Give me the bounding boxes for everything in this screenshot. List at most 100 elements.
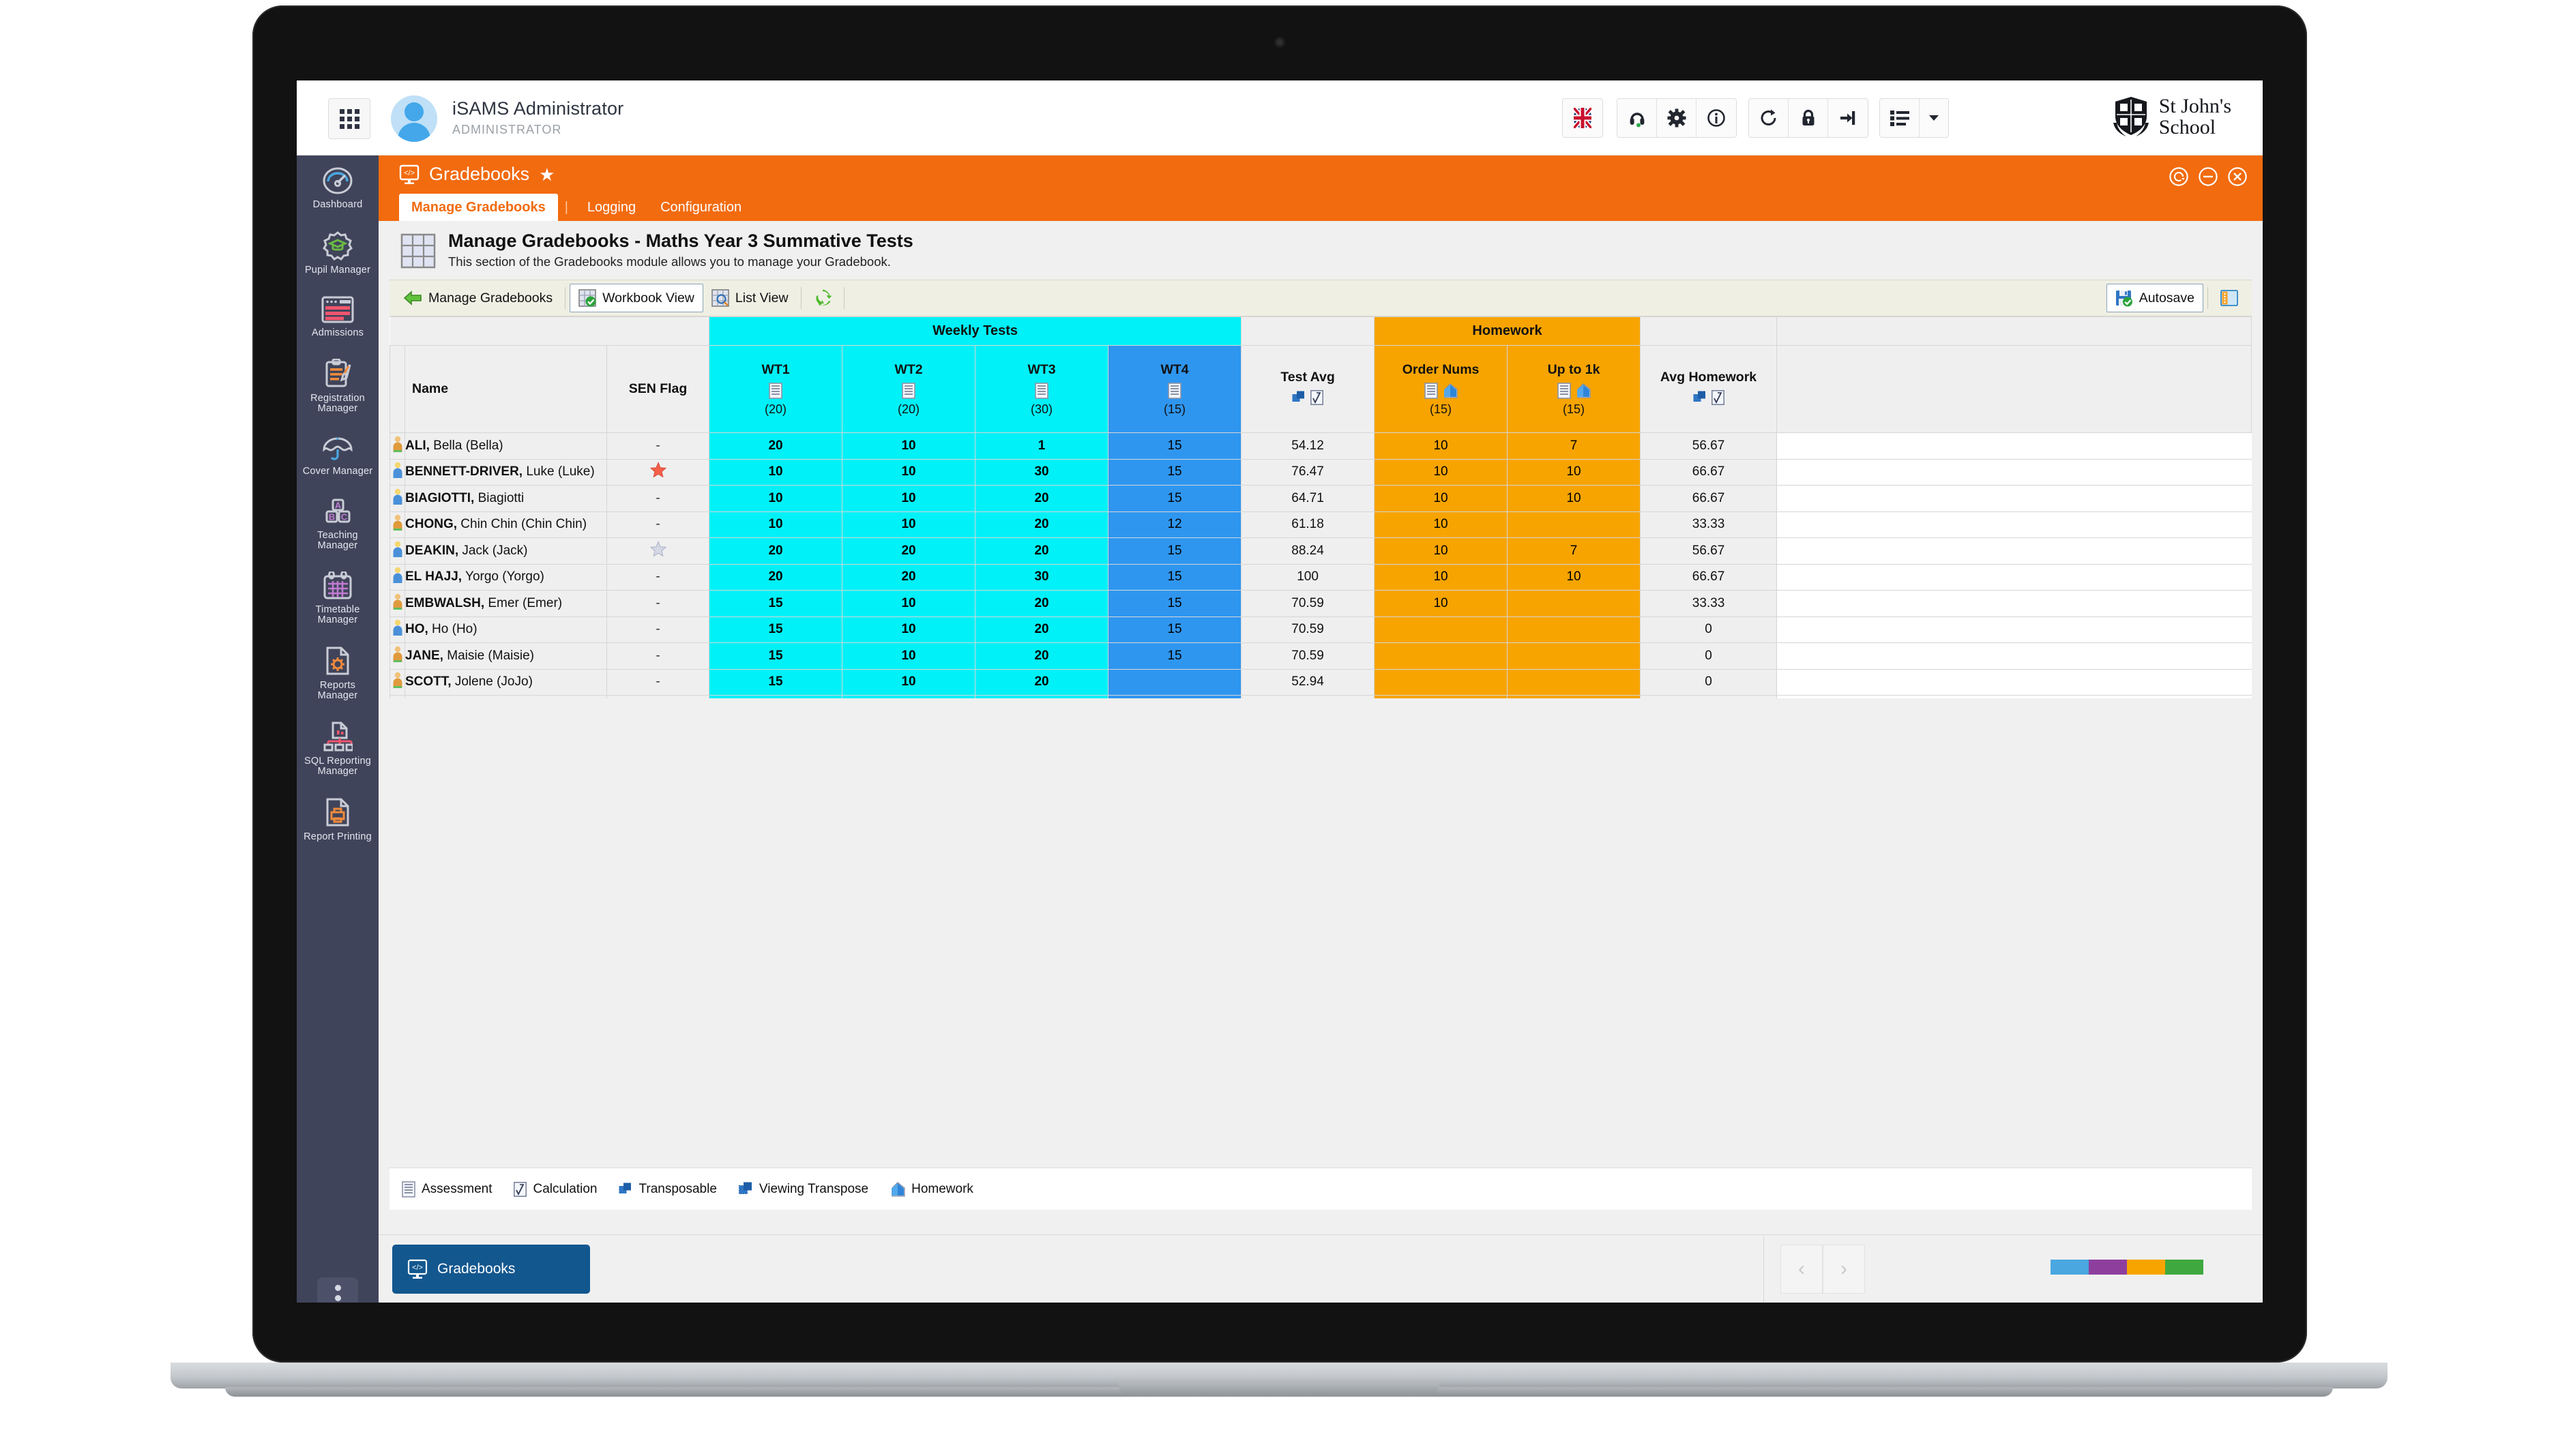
cell-wt4[interactable]: 15 bbox=[1108, 616, 1242, 643]
star-icon[interactable]: ★ bbox=[539, 166, 555, 183]
sidebar-item-admissions[interactable]: Admissions bbox=[297, 285, 379, 348]
table-row[interactable]: WILSON, Sophie (Sophie)-00 bbox=[390, 696, 2252, 699]
cell-pupil-name[interactable]: HO, Ho (Ho) bbox=[405, 616, 607, 643]
table-row[interactable]: HO, Ho (Ho)-1510201570.590 bbox=[390, 616, 2252, 643]
cell-up-to-1k[interactable] bbox=[1508, 616, 1641, 643]
cell-up-to-1k[interactable]: 7 bbox=[1508, 538, 1641, 565]
cell-order-nums[interactable] bbox=[1375, 669, 1508, 696]
cell-wt1[interactable]: 15 bbox=[709, 591, 842, 617]
cell-up-to-1k[interactable] bbox=[1508, 669, 1641, 696]
refresh-icon[interactable] bbox=[1749, 99, 1789, 137]
sidebar-item-teaching-manager[interactable]: ABC Teaching Manager bbox=[297, 486, 379, 561]
cell-wt2[interactable]: 10 bbox=[842, 511, 975, 538]
col-header-wt4[interactable]: WT4 (15) bbox=[1108, 346, 1242, 433]
table-row[interactable]: BIAGIOTTI, Biagiotti-1010201564.71101066… bbox=[390, 486, 2252, 512]
cell-wt2[interactable]: 10 bbox=[842, 669, 975, 696]
col-header-test-avg[interactable]: Test Avg bbox=[1242, 346, 1375, 433]
cell-wt4[interactable] bbox=[1108, 696, 1242, 699]
cell-pupil-name[interactable]: BENNETT-DRIVER, Luke (Luke) bbox=[405, 459, 607, 486]
cell-wt1[interactable]: 10 bbox=[709, 486, 842, 512]
cell-pupil-name[interactable]: DEAKIN, Jack (Jack) bbox=[405, 538, 607, 565]
cell-order-nums[interactable]: 10 bbox=[1375, 486, 1508, 512]
gear-icon[interactable] bbox=[1657, 99, 1696, 137]
sidebar-item-report-printing[interactable]: Report Printing bbox=[297, 786, 379, 852]
cell-wt2[interactable]: 10 bbox=[842, 643, 975, 670]
cell-order-nums[interactable]: 10 bbox=[1375, 511, 1508, 538]
cell-wt2[interactable]: 10 bbox=[842, 486, 975, 512]
cell-wt3[interactable]: 20 bbox=[975, 643, 1108, 670]
table-row[interactable]: SCOTT, Jolene (JoJo)-15102052.940 bbox=[390, 669, 2252, 696]
sidebar-item-sql-reporting-manager[interactable]: SQL Reporting Manager bbox=[297, 711, 379, 786]
cell-wt2[interactable]: 20 bbox=[842, 564, 975, 591]
support-headset-icon[interactable] bbox=[1617, 99, 1657, 137]
list-view-button[interactable]: List View bbox=[703, 284, 797, 312]
col-header-order-nums[interactable]: Order Nums (15) bbox=[1375, 346, 1508, 433]
cell-wt3[interactable]: 20 bbox=[975, 591, 1108, 617]
cell-pupil-name[interactable]: EMBWALSH, Emer (Emer) bbox=[405, 591, 607, 617]
cell-sen-flag[interactable]: - bbox=[607, 669, 709, 696]
cell-wt4[interactable]: 15 bbox=[1108, 643, 1242, 670]
cell-wt3[interactable]: 20 bbox=[975, 538, 1108, 565]
back-to-manage-gradebooks-button[interactable]: Manage Gradebooks bbox=[395, 284, 561, 312]
table-row[interactable]: CHONG, Chin Chin (Chin Chin)-1010201261.… bbox=[390, 511, 2252, 538]
autosave-button[interactable]: Autosave bbox=[2106, 284, 2203, 312]
info-icon[interactable] bbox=[1696, 99, 1736, 137]
cell-wt4[interactable]: 15 bbox=[1108, 459, 1242, 486]
cell-up-to-1k[interactable]: 10 bbox=[1508, 564, 1641, 591]
cell-wt4[interactable]: 15 bbox=[1108, 564, 1242, 591]
table-row[interactable]: BENNETT-DRIVER, Luke (Luke)1010301576.47… bbox=[390, 459, 2252, 486]
col-header-wt1[interactable]: WT1 (20) bbox=[709, 346, 842, 433]
lock-icon[interactable] bbox=[1789, 99, 1828, 137]
cell-sen-flag[interactable]: - bbox=[607, 564, 709, 591]
more-vertical-icon[interactable] bbox=[317, 1277, 358, 1303]
sidebar-item-cover-manager[interactable]: Cover Manager bbox=[297, 424, 379, 486]
cell-wt1[interactable]: 10 bbox=[709, 511, 842, 538]
sidebar-item-pupil-manager[interactable]: Pupil Manager bbox=[297, 220, 379, 285]
cell-wt2[interactable]: 10 bbox=[842, 433, 975, 460]
cell-sen-flag[interactable]: - bbox=[607, 486, 709, 512]
tab-configuration[interactable]: Configuration bbox=[648, 194, 754, 221]
table-row[interactable]: JANE, Maisie (Maisie)-1510201570.590 bbox=[390, 643, 2252, 670]
logout-icon[interactable] bbox=[1828, 99, 1868, 137]
cell-wt1[interactable]: 10 bbox=[709, 459, 842, 486]
cell-pupil-name[interactable]: SCOTT, Jolene (JoJo) bbox=[405, 669, 607, 696]
language-button-group[interactable] bbox=[1562, 98, 1603, 138]
sidebar-item-timetable-manager[interactable]: Timetable Manager bbox=[297, 561, 379, 635]
cell-wt4[interactable]: 15 bbox=[1108, 486, 1242, 512]
cell-sen-flag[interactable] bbox=[607, 538, 709, 565]
cell-up-to-1k[interactable] bbox=[1508, 696, 1641, 699]
cell-wt3[interactable]: 1 bbox=[975, 433, 1108, 460]
refresh-grid-button[interactable] bbox=[806, 284, 840, 312]
module-window-buttons[interactable] bbox=[2169, 166, 2248, 187]
chevron-right-icon[interactable]: › bbox=[1823, 1245, 1865, 1294]
cell-wt3[interactable]: 30 bbox=[975, 459, 1108, 486]
cell-order-nums[interactable]: 10 bbox=[1375, 591, 1508, 617]
cell-wt1[interactable]: 15 bbox=[709, 616, 842, 643]
cell-wt4[interactable]: 15 bbox=[1108, 591, 1242, 617]
cell-order-nums[interactable]: 10 bbox=[1375, 459, 1508, 486]
tab-manage-gradebooks[interactable]: Manage Gradebooks bbox=[399, 194, 558, 221]
cell-wt4[interactable]: 12 bbox=[1108, 511, 1242, 538]
utility-button-group-1[interactable] bbox=[1617, 98, 1737, 138]
cell-wt2[interactable]: 20 bbox=[842, 538, 975, 565]
col-header-wt2[interactable]: WT2 (20) bbox=[842, 346, 975, 433]
avatar[interactable] bbox=[391, 95, 437, 142]
cell-wt4[interactable] bbox=[1108, 669, 1242, 696]
col-header-name[interactable]: Name bbox=[405, 346, 607, 433]
cell-order-nums[interactable]: 10 bbox=[1375, 538, 1508, 565]
cell-wt1[interactable]: 20 bbox=[709, 538, 842, 565]
cell-wt3[interactable]: 20 bbox=[975, 669, 1108, 696]
table-row[interactable]: EL HAJJ, Yorgo (Yorgo)-20203015100101066… bbox=[390, 564, 2252, 591]
cell-wt4[interactable]: 15 bbox=[1108, 433, 1242, 460]
tab-logging[interactable]: Logging bbox=[575, 194, 648, 221]
gradebook-grid[interactable]: Weekly Tests Homework Name bbox=[390, 316, 2252, 698]
cell-order-nums[interactable] bbox=[1375, 696, 1508, 699]
cell-wt1[interactable]: 20 bbox=[709, 564, 842, 591]
utility-button-group-2[interactable] bbox=[1748, 98, 1868, 138]
cell-up-to-1k[interactable] bbox=[1508, 643, 1641, 670]
cell-up-to-1k[interactable] bbox=[1508, 591, 1641, 617]
chevron-down-icon[interactable] bbox=[1920, 99, 1948, 137]
module-tabs[interactable]: Manage Gradebooks | Logging Configuratio… bbox=[399, 194, 754, 221]
uk-flag-icon[interactable] bbox=[1563, 99, 1602, 137]
cell-pupil-name[interactable]: BIAGIOTTI, Biagiotti bbox=[405, 486, 607, 512]
